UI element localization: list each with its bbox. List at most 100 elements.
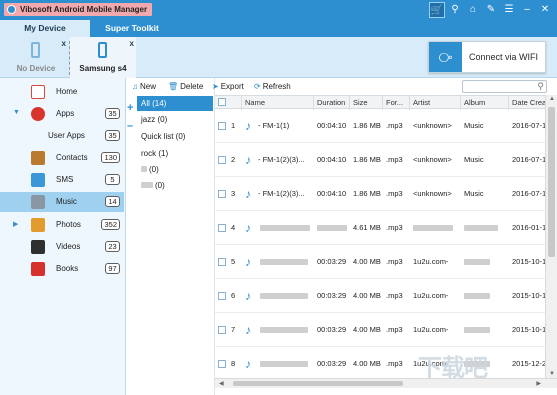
cell-size: 4.00 MB bbox=[353, 325, 381, 334]
music-note-icon: ♪ bbox=[245, 153, 251, 167]
cell-size: 1.86 MB bbox=[353, 189, 381, 198]
header-duration[interactable]: Duration bbox=[314, 96, 350, 110]
row-checkbox[interactable] bbox=[218, 190, 226, 198]
close-device-icon[interactable]: x bbox=[62, 39, 66, 48]
table-row[interactable]: 5 ♪ 00:03:29 4.00 MB .mp3 1u2u.com- 2015… bbox=[215, 245, 545, 279]
table-row[interactable]: 1 ♪ - FM-1(1) 00:04:10 1.86 MB .mp3 <unk… bbox=[215, 109, 545, 143]
table-row[interactable]: 3 ♪ - FM-1(2)(3)... 00:04:10 1.86 MB .mp… bbox=[215, 177, 545, 211]
sidebar-item-home[interactable]: Home bbox=[0, 82, 124, 102]
vertical-scroll-thumb[interactable] bbox=[548, 107, 555, 257]
count-badge: 130 bbox=[101, 152, 120, 163]
search-input[interactable]: ⚲ bbox=[462, 80, 547, 93]
sidebar-item-label: Books bbox=[56, 264, 79, 273]
playlist-panel: + – All (14) jazz (0) Quick list (0) roc… bbox=[126, 78, 215, 395]
playlist-item-unnamed-2[interactable]: (0) bbox=[137, 178, 213, 193]
row-checkbox[interactable] bbox=[218, 156, 226, 164]
device-samsung-s4[interactable]: x Samsung s4 bbox=[70, 37, 136, 78]
close-device-icon[interactable]: x bbox=[130, 39, 134, 48]
row-checkbox[interactable] bbox=[218, 292, 226, 300]
cell-date: 2016-07-1 bbox=[512, 155, 545, 164]
connect-wifi-button[interactable]: ⧂ Connect via WIFI bbox=[428, 41, 546, 73]
remove-playlist-icon[interactable]: – bbox=[127, 120, 133, 132]
collapse-arrow-icon[interactable]: ▶ bbox=[13, 220, 18, 228]
sidebar-item-videos[interactable]: Videos 23 bbox=[0, 237, 124, 257]
cart-icon[interactable]: 🛒 bbox=[429, 2, 445, 18]
sidebar-item-books[interactable]: Books 97 bbox=[0, 259, 124, 279]
cell-format: .mp3 bbox=[386, 359, 403, 368]
sidebar-item-user-apps[interactable]: User Apps 35 bbox=[0, 126, 124, 146]
phone-icon bbox=[98, 42, 107, 58]
sidebar-item-music[interactable]: Music 14 bbox=[0, 192, 124, 212]
cell-duration: 00:03:29 bbox=[317, 291, 347, 300]
scroll-right-icon[interactable]: ▶ bbox=[536, 380, 541, 387]
search-icon[interactable]: ⚲ bbox=[447, 2, 463, 18]
delete-label: Delete bbox=[180, 82, 204, 91]
music-note-icon: ♪ bbox=[245, 357, 251, 371]
new-button[interactable]: ♫ New bbox=[132, 78, 156, 95]
header-size[interactable]: Size bbox=[350, 96, 383, 110]
refresh-button[interactable]: ⟳ Refresh bbox=[254, 78, 291, 95]
header-name[interactable]: Name bbox=[242, 96, 314, 110]
close-icon[interactable]: ✕ bbox=[537, 2, 553, 18]
row-checkbox[interactable] bbox=[218, 122, 226, 130]
horizontal-scrollbar[interactable]: ◀ ▶ bbox=[215, 378, 557, 388]
tab-super-toolkit[interactable]: Super Toolkit bbox=[92, 20, 172, 37]
table-row[interactable]: 4 ♪ 4.61 MB .mp3 2016-01-1 bbox=[215, 211, 545, 245]
feedback-icon[interactable]: ✎ bbox=[483, 2, 499, 18]
export-button[interactable]: ➤ Export bbox=[212, 78, 244, 95]
sidebar-item-label: Videos bbox=[56, 242, 81, 251]
music-note-icon: ♫ bbox=[132, 82, 138, 91]
tab-my-device[interactable]: My Device bbox=[0, 20, 90, 37]
header-format[interactable]: For... bbox=[383, 96, 410, 110]
table-row[interactable]: 6 ♪ 00:03:29 4.00 MB .mp3 1u2u.com- 2015… bbox=[215, 279, 545, 313]
table-row[interactable]: 7 ♪ 00:03:29 4.00 MB .mp3 1u2u.com- 2015… bbox=[215, 313, 545, 347]
select-all-checkbox[interactable] bbox=[218, 98, 226, 106]
playlist-item-jazz[interactable]: jazz (0) bbox=[137, 112, 213, 127]
header-artist[interactable]: Artist bbox=[410, 96, 461, 110]
wifi-icon: ⧂ bbox=[429, 42, 462, 72]
table-row[interactable]: 2 ♪ - FM-1(2)(3)... 00:04:10 1.86 MB .mp… bbox=[215, 143, 545, 177]
row-checkbox[interactable] bbox=[218, 258, 226, 266]
header-select-all[interactable] bbox=[215, 96, 242, 110]
add-playlist-icon[interactable]: + bbox=[127, 102, 133, 114]
cell-album: Music bbox=[464, 189, 484, 198]
sidebar-item-apps[interactable]: ▼ Apps 35 bbox=[0, 104, 124, 124]
row-checkbox[interactable] bbox=[218, 360, 226, 368]
scroll-down-icon[interactable]: ▼ bbox=[549, 371, 555, 377]
row-number: 2 bbox=[231, 155, 236, 164]
window-controls: 🛒 ⚲ ⌂ ✎ ☰ – ✕ bbox=[429, 2, 553, 18]
cell-artist: 1u2u.com- bbox=[413, 291, 449, 300]
horizontal-scroll-thumb[interactable] bbox=[233, 381, 403, 386]
music-note-icon: ♪ bbox=[245, 323, 251, 337]
playlist-item-quick-list[interactable]: Quick list (0) bbox=[137, 129, 213, 144]
expand-arrow-icon[interactable]: ▼ bbox=[13, 109, 20, 116]
sidebar-item-contacts[interactable]: Contacts 130 bbox=[0, 148, 124, 168]
scroll-left-icon[interactable]: ◀ bbox=[219, 380, 224, 387]
minimize-icon[interactable]: – bbox=[519, 2, 535, 18]
delete-button[interactable]: 🗑 Delete bbox=[168, 78, 203, 95]
header-date-created[interactable]: Date Crea bbox=[509, 96, 545, 110]
home-icon[interactable]: ⌂ bbox=[465, 2, 481, 18]
sidebar-item-sms[interactable]: SMS 5 bbox=[0, 170, 124, 190]
device-no-device[interactable]: x No Device bbox=[6, 37, 66, 78]
cell-album: Music bbox=[464, 155, 484, 164]
sidebar-item-photos[interactable]: ▶ Photos 352 bbox=[0, 215, 124, 235]
playlist-item-rock[interactable]: rock (1) bbox=[137, 146, 213, 161]
connect-wifi-label: Connect via WIFI bbox=[469, 52, 539, 62]
app-logo-icon bbox=[7, 5, 16, 14]
sidebar-item-label: Photos bbox=[56, 220, 81, 229]
row-checkbox[interactable] bbox=[218, 326, 226, 334]
menu-icon[interactable]: ☰ bbox=[501, 2, 517, 18]
blurred-album bbox=[464, 293, 490, 299]
playlist-item-unnamed-1[interactable]: (0) bbox=[137, 162, 213, 177]
export-icon: ➤ bbox=[212, 82, 219, 91]
music-table: Name Duration Size For... Artist Album D… bbox=[215, 95, 545, 378]
row-checkbox[interactable] bbox=[218, 224, 226, 232]
vertical-scrollbar[interactable]: ▲ ▼ bbox=[545, 95, 557, 378]
header-album[interactable]: Album bbox=[461, 96, 509, 110]
playlist-item-all[interactable]: All (14) bbox=[137, 96, 213, 111]
playlist-item-label: (0) bbox=[149, 165, 159, 174]
scroll-up-icon[interactable]: ▲ bbox=[549, 96, 555, 102]
cell-format: .mp3 bbox=[386, 121, 403, 130]
table-row[interactable]: 8 ♪ 00:03:29 4.00 MB .mp3 1u2u.com- 2015… bbox=[215, 347, 545, 378]
